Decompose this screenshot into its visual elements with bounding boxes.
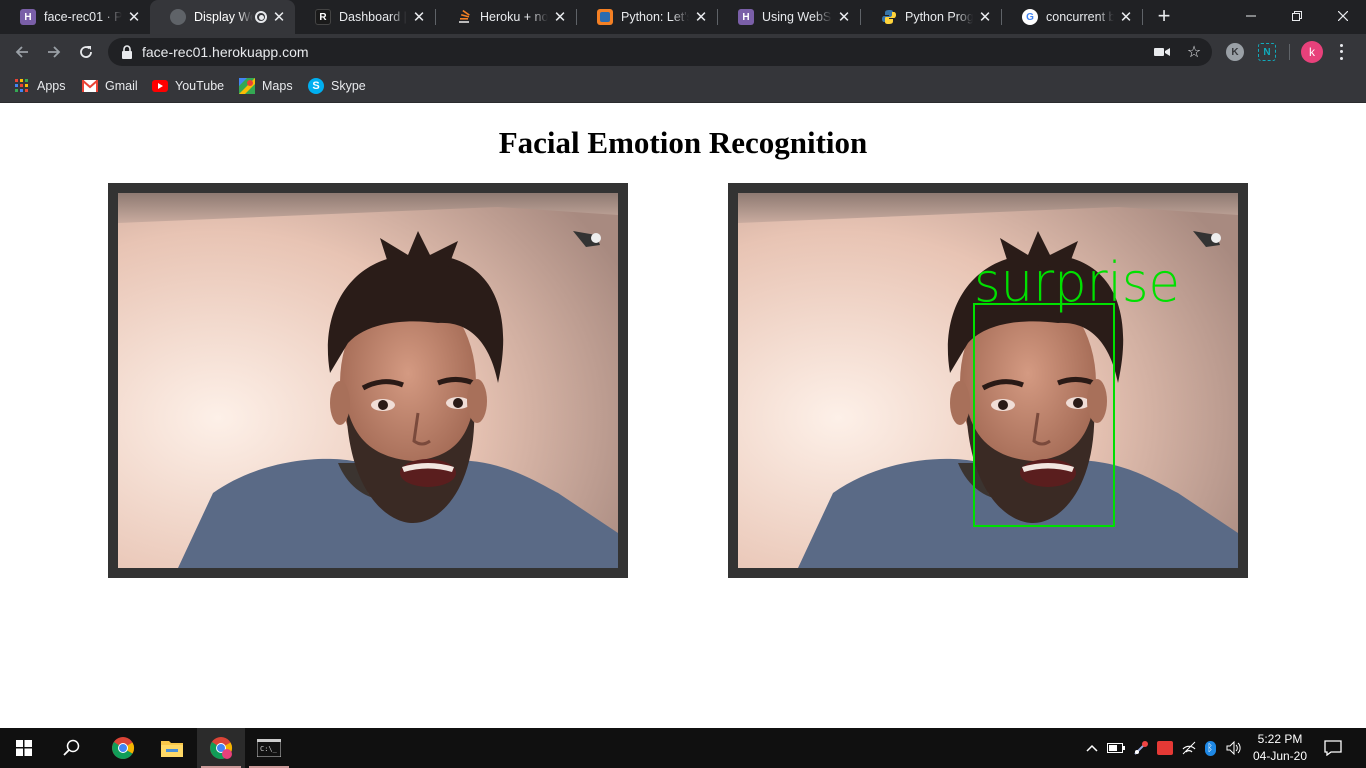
tab-face-rec01[interactable]: H face-rec01 · Pipeline ✕ bbox=[0, 0, 150, 34]
bookmark-label: Apps bbox=[37, 79, 66, 93]
tab-title: Using WebSockets bbox=[762, 10, 832, 24]
tab-separator bbox=[1142, 9, 1143, 25]
python-favicon-icon bbox=[881, 9, 897, 25]
bookmark-maps[interactable]: Maps bbox=[239, 76, 293, 96]
close-tab-icon[interactable]: ✕ bbox=[271, 9, 287, 26]
wifi-icon[interactable] bbox=[1180, 738, 1198, 758]
forward-button[interactable] bbox=[42, 40, 66, 64]
tab-title: Dashboard | Render bbox=[339, 10, 407, 24]
gmail-icon bbox=[82, 78, 98, 94]
file-explorer-icon[interactable] bbox=[148, 728, 196, 768]
reload-button[interactable] bbox=[74, 40, 98, 64]
tab-dashboard[interactable]: R Dashboard | Render ✕ bbox=[295, 0, 435, 34]
recording-indicator-icon bbox=[255, 11, 267, 23]
tab-title: Python Programming bbox=[905, 10, 973, 24]
bookmark-label: Gmail bbox=[105, 79, 138, 93]
tab-python-programming[interactable]: Python Programming ✕ bbox=[861, 0, 1001, 34]
start-button[interactable] bbox=[0, 728, 48, 768]
globe-favicon-icon bbox=[170, 9, 186, 25]
apps-grid-icon bbox=[14, 78, 30, 94]
close-tab-icon[interactable]: ✕ bbox=[552, 9, 568, 26]
bookmark-gmail[interactable]: Gmail bbox=[82, 76, 138, 96]
close-tab-icon[interactable]: ✕ bbox=[836, 9, 852, 26]
youtube-icon bbox=[152, 78, 168, 94]
url-text: face-rec01.herokuapp.com bbox=[142, 44, 309, 60]
skype-icon: S bbox=[308, 78, 324, 94]
render-favicon-icon: R bbox=[315, 9, 331, 25]
clock-date: 04-Jun-20 bbox=[1252, 749, 1308, 763]
tab-display-webcam[interactable]: Display Webcam Stream ✕ bbox=[150, 0, 295, 34]
tab-using-websockets[interactable]: H Using WebSockets ✕ bbox=[718, 0, 860, 34]
close-tab-icon[interactable]: ✕ bbox=[126, 9, 142, 26]
network-status-icon[interactable] bbox=[1132, 738, 1150, 758]
menu-kebab-icon[interactable] bbox=[1336, 42, 1346, 62]
chrome-taskbar-icon[interactable] bbox=[99, 728, 147, 768]
show-hidden-icons-chevron[interactable] bbox=[1084, 738, 1100, 758]
tab-title: Heroku + node.js bbox=[480, 10, 548, 24]
new-tab-button[interactable]: + bbox=[1152, 5, 1176, 29]
bookmark-label: Skype bbox=[331, 79, 366, 93]
profile-avatar[interactable]: k bbox=[1301, 41, 1323, 63]
tab-python-lets-create[interactable]: Python: Let's Create ✕ bbox=[577, 0, 717, 34]
search-button[interactable] bbox=[48, 728, 96, 768]
restore-button[interactable] bbox=[1274, 0, 1320, 32]
heroku-favicon-icon: H bbox=[20, 9, 36, 25]
close-tab-icon[interactable]: ✕ bbox=[977, 9, 993, 26]
input-video-frame bbox=[108, 183, 628, 578]
bookmark-label: YouTube bbox=[175, 79, 225, 93]
back-button[interactable] bbox=[10, 40, 34, 64]
volume-icon[interactable] bbox=[1225, 738, 1243, 758]
maps-icon bbox=[239, 78, 255, 94]
page-title: Facial Emotion Recognition bbox=[498, 125, 868, 160]
output-video-frame: surprise bbox=[728, 183, 1248, 578]
app-tray-icon[interactable] bbox=[1156, 738, 1174, 758]
tab-title: concurrent builds bbox=[1046, 10, 1114, 24]
svg-text:C:\_: C:\_ bbox=[260, 745, 278, 753]
page-content: Facial Emotion Recognition surprise bbox=[0, 103, 1366, 728]
tab-heroku-node[interactable]: Heroku + node.js ✕ bbox=[436, 0, 576, 34]
clock-time: 5:22 PM bbox=[1257, 732, 1303, 746]
close-tab-icon[interactable]: ✕ bbox=[1118, 9, 1134, 26]
close-tab-icon[interactable]: ✕ bbox=[411, 9, 427, 26]
tab-concurrent-builds[interactable]: G concurrent builds ✕ bbox=[1002, 0, 1142, 34]
close-tab-icon[interactable]: ✕ bbox=[693, 9, 709, 26]
emotion-detection-feed: surprise bbox=[738, 193, 1238, 568]
chrome-active-window-icon[interactable] bbox=[197, 728, 245, 768]
windows-taskbar: C:\_ ᛒ 5:22 PM 04-Jun-20 bbox=[0, 728, 1366, 768]
toolbar-separator bbox=[1289, 44, 1290, 60]
bookmark-star-icon[interactable]: ☆ bbox=[1186, 44, 1202, 61]
stackoverflow-favicon-icon bbox=[456, 9, 472, 25]
bookmark-youtube[interactable]: YouTube bbox=[152, 76, 224, 96]
close-window-button[interactable] bbox=[1320, 0, 1366, 32]
bookmark-skype[interactable]: S Skype bbox=[308, 76, 366, 96]
battery-icon[interactable] bbox=[1107, 738, 1125, 758]
tab-strip: H face-rec01 · Pipeline ✕ Display Webcam… bbox=[0, 0, 1366, 34]
bookmarks-bar: Apps Gmail YouTube Maps S Skype bbox=[0, 70, 1366, 103]
system-clock[interactable]: 5:22 PM 04-Jun-20 bbox=[1248, 731, 1312, 765]
bluetooth-icon[interactable]: ᛒ bbox=[1203, 738, 1217, 758]
tab-title: Python: Let's Create bbox=[621, 10, 689, 24]
browser-toolbar: face-rec01.herokuapp.com ☆ K N k bbox=[0, 34, 1366, 70]
tab-title: face-rec01 · Pipeline bbox=[44, 10, 122, 24]
extension-n-icon[interactable]: N bbox=[1258, 43, 1276, 61]
camera-in-use-icon[interactable] bbox=[1154, 44, 1170, 60]
input-webcam-feed bbox=[118, 193, 618, 568]
article-favicon-icon bbox=[597, 9, 613, 25]
extension-k-icon[interactable]: K bbox=[1226, 43, 1244, 61]
tab-title: Display Webcam Stream bbox=[194, 10, 253, 24]
minimize-button[interactable] bbox=[1228, 0, 1274, 32]
action-center-icon[interactable] bbox=[1322, 738, 1344, 758]
lock-icon[interactable] bbox=[121, 45, 133, 64]
bookmark-label: Maps bbox=[262, 79, 293, 93]
heroku-favicon-icon: H bbox=[738, 9, 754, 25]
emotion-label: surprise bbox=[974, 251, 1180, 314]
bookmark-apps[interactable]: Apps bbox=[14, 76, 66, 96]
address-bar[interactable]: face-rec01.herokuapp.com ☆ bbox=[108, 38, 1212, 66]
terminal-icon[interactable]: C:\_ bbox=[245, 728, 293, 768]
google-favicon-icon: G bbox=[1022, 9, 1038, 25]
